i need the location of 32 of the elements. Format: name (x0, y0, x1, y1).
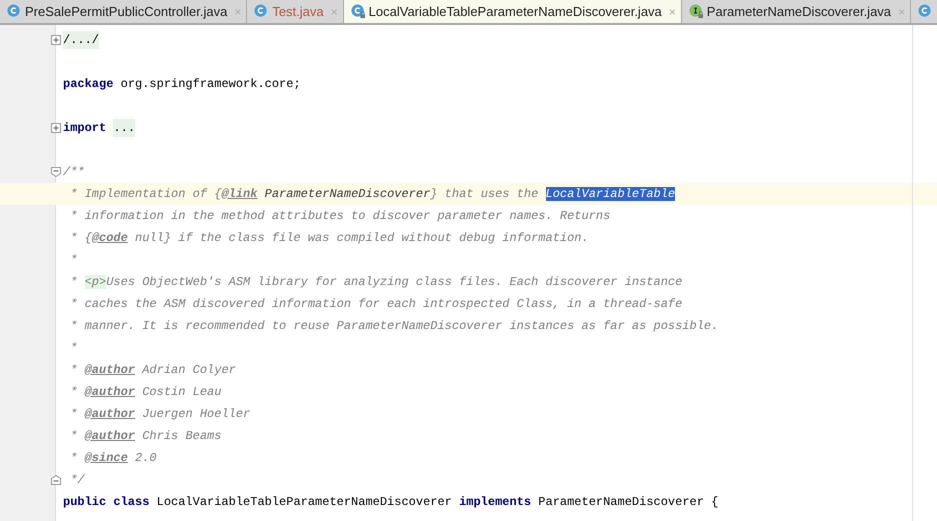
code-line: * @since 2.0 (69, 450, 157, 466)
expand-icon[interactable] (51, 35, 61, 45)
code-line: * (69, 252, 78, 268)
code-line: */ (69, 472, 85, 488)
file-tab[interactable]: PreSalePermitPublicController.java × (0, 0, 248, 23)
code-line: * @author Chris Beams (69, 428, 222, 444)
code-line: package org.springframework.core; (63, 76, 301, 92)
code-line: * Implementation of {@link ParameterNameDiscoverer} that uses the LocalVariableTable (69, 186, 676, 202)
class-icon (918, 4, 934, 19)
code-line: * {@code null} if the class file was compiled without debug information. (69, 230, 589, 246)
code-line: import ... (63, 120, 136, 136)
file-tab[interactable]: LocalVariableTableParameterNameDiscoverer.java × (344, 0, 682, 23)
close-icon[interactable]: × (668, 4, 676, 18)
class-icon (7, 4, 22, 19)
code-line: * (69, 340, 78, 356)
code-line: * caches the ASM discovered information for each introspected Class, in a thread-safe (69, 296, 682, 312)
code-line: public class LocalVariableTableParameterNameDiscoverer implements ParameterNameDiscoverer { (63, 494, 718, 510)
class-icon (350, 4, 366, 19)
code-line: * manner. It is recommended to reuse ParameterNameDiscoverer instances as far as possible. (69, 318, 718, 334)
file-tab[interactable]: Test.java × (247, 0, 344, 23)
code-line: * <p>Uses ObjectWeb's ASM library for analyzing class files. Each discoverer instance (69, 274, 682, 290)
code-line: * information in the method attributes to discover parameter names. Returns (69, 208, 610, 224)
code-line: * @author Adrian Colyer (69, 362, 236, 378)
interface-icon (688, 4, 704, 19)
code-line: * @author Costin Leau (69, 384, 222, 400)
file-tab[interactable]: ParameterNameDiscoverer.java × (682, 0, 912, 23)
collapse-icon[interactable] (51, 475, 61, 485)
collapse-icon[interactable] (51, 167, 61, 177)
expand-icon[interactable] (51, 123, 61, 133)
code-line: * @author Juergen Hoeller (69, 406, 250, 422)
class-icon (254, 4, 270, 19)
code-line: /** (63, 164, 85, 180)
